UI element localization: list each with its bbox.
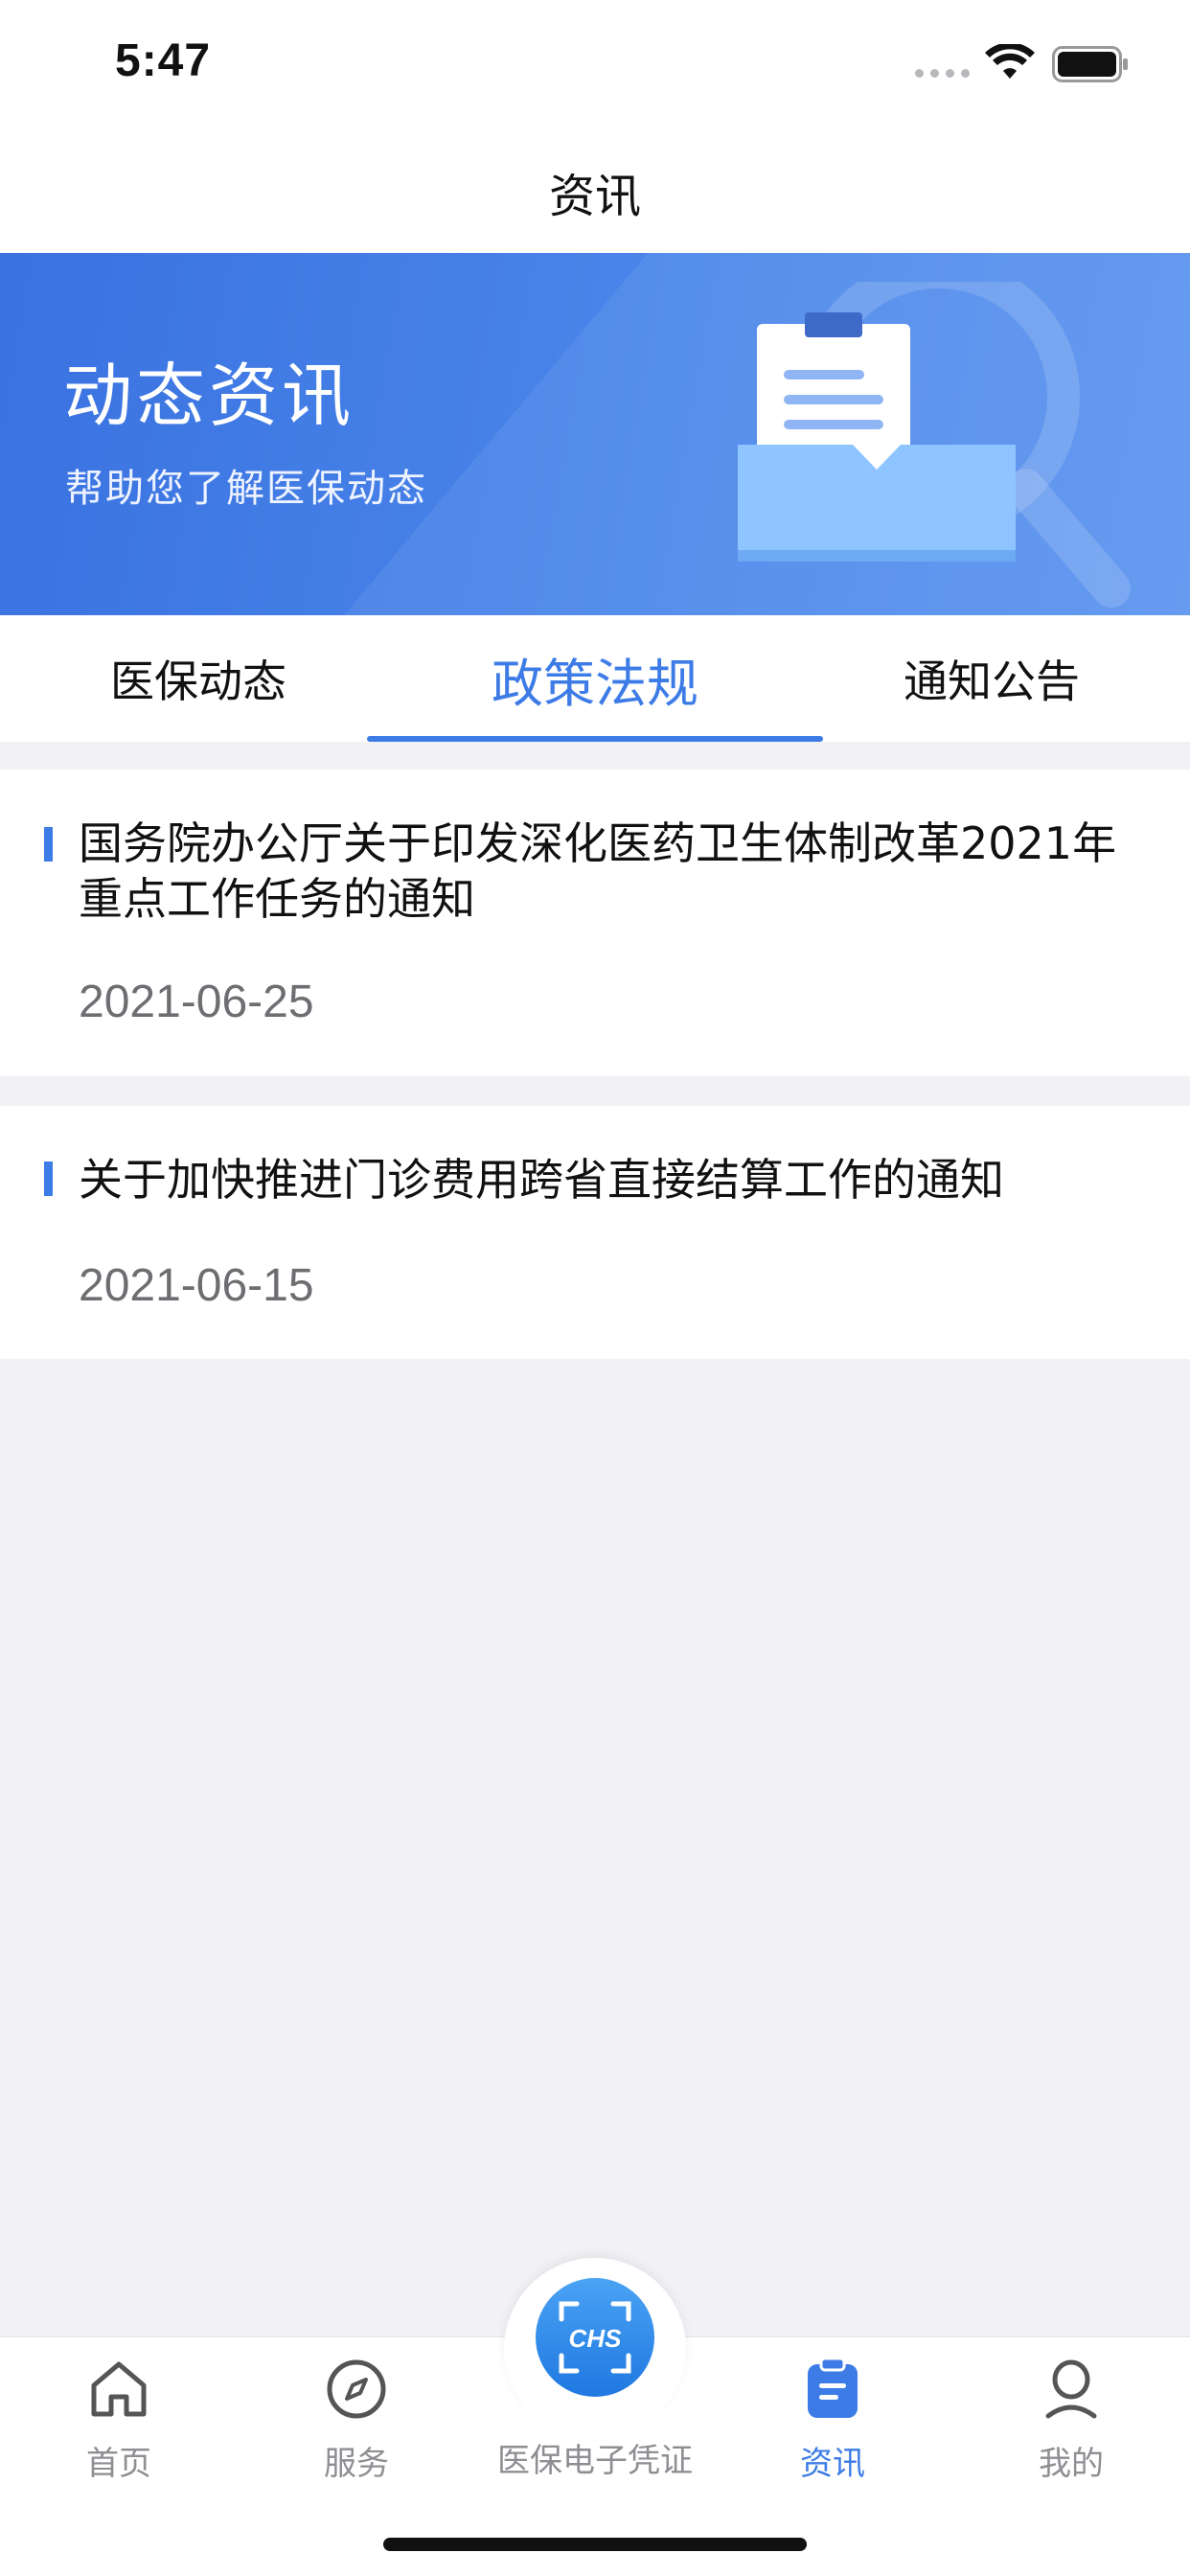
- news-inbox-illustration-icon: [738, 282, 1131, 608]
- clipboard-icon: [808, 2357, 858, 2418]
- news-date: 2021-06-15: [79, 1260, 314, 1311]
- tabbar-label: 资讯: [800, 2445, 865, 2483]
- chs-scan-icon: CHS: [559, 2301, 631, 2374]
- list-item-accent-bar: [44, 1162, 53, 1196]
- user-icon: [1045, 2359, 1097, 2419]
- status-time: 5:47: [115, 35, 212, 86]
- status-bar: 5:47: [0, 0, 1190, 129]
- banner: 动态资讯 帮助您了解医保动态: [0, 253, 1190, 615]
- tab-notices-announcements[interactable]: 通知公告: [793, 615, 1190, 742]
- tabbar-label-e-voucher[interactable]: 医保电子凭证: [451, 2434, 739, 2481]
- banner-subtitle: 帮助您了解医保动态: [65, 467, 427, 511]
- list-item[interactable]: 关于加快推进门诊费用跨省直接结算工作的通知 2021-06-15: [0, 1106, 1190, 1359]
- tabbar-label: 服务: [324, 2445, 389, 2483]
- wifi-icon: [985, 44, 1035, 79]
- cellular-signal-icon: [915, 69, 970, 78]
- medical-insurance-e-voucher-button[interactable]: CHS: [536, 2278, 654, 2397]
- home-indicator: [383, 2538, 807, 2551]
- tabbar-item-home[interactable]: 首页: [0, 2357, 238, 2500]
- tab-policies-regulations[interactable]: 政策法规: [367, 615, 823, 742]
- home-icon: [91, 2361, 147, 2417]
- news-title: 国务院办公厅关于印发深化医药卫生体制改革2021年重点工作任务的通知: [79, 817, 1117, 925]
- navigation-bar: 资讯: [0, 129, 1190, 254]
- category-tabs: 医保动态 政策法规 通知公告: [0, 615, 1190, 742]
- tab-medical-insurance-news[interactable]: 医保动态: [0, 615, 397, 742]
- news-date: 2021-06-25: [79, 977, 314, 1027]
- news-title: 关于加快推进门诊费用跨省直接结算工作的通知: [79, 1154, 1004, 1206]
- list-item[interactable]: 国务院办公厅关于印发深化医药卫生体制改革2021年重点工作任务的通知 2021-…: [0, 770, 1190, 1076]
- tabbar-item-news[interactable]: 资讯: [714, 2357, 951, 2500]
- chs-logo-text: CHS: [569, 2324, 623, 2353]
- page-title: 资讯: [548, 170, 641, 223]
- banner-title: 动态资讯: [63, 356, 355, 436]
- list-item-accent-bar: [44, 827, 53, 862]
- battery-icon: [1052, 46, 1128, 82]
- tabbar-item-profile[interactable]: 我的: [952, 2357, 1190, 2500]
- tabbar-item-services[interactable]: 服务: [238, 2357, 475, 2500]
- tabbar-label: 首页: [86, 2445, 151, 2483]
- tabbar-label: 我的: [1039, 2445, 1104, 2483]
- compass-icon: [327, 2359, 386, 2419]
